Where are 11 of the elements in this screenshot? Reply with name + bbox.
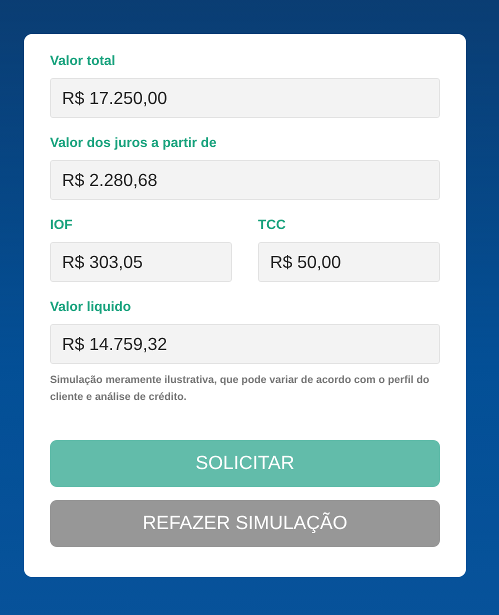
disclaimer-text: Simulação meramente ilustrativa, que pode variar de acordo com o perfil do cliente e análise de crédito. — [50, 373, 430, 405]
field-label: Valor total — [50, 52, 116, 70]
value-field[interactable]: R$ 17.250,00 — [50, 78, 440, 118]
value-field[interactable]: R$ 50,00 — [258, 242, 440, 282]
field-label: Valor liquido — [50, 298, 132, 316]
value-field[interactable]: R$ 14.759,32 — [50, 324, 440, 364]
value-field[interactable]: R$ 2.280,68 — [50, 160, 440, 200]
field-label: IOF — [50, 216, 74, 234]
field-label: TCC — [258, 216, 287, 234]
field-label: Valor dos juros a partir de — [50, 134, 218, 152]
value-field[interactable]: R$ 303,05 — [50, 242, 232, 282]
